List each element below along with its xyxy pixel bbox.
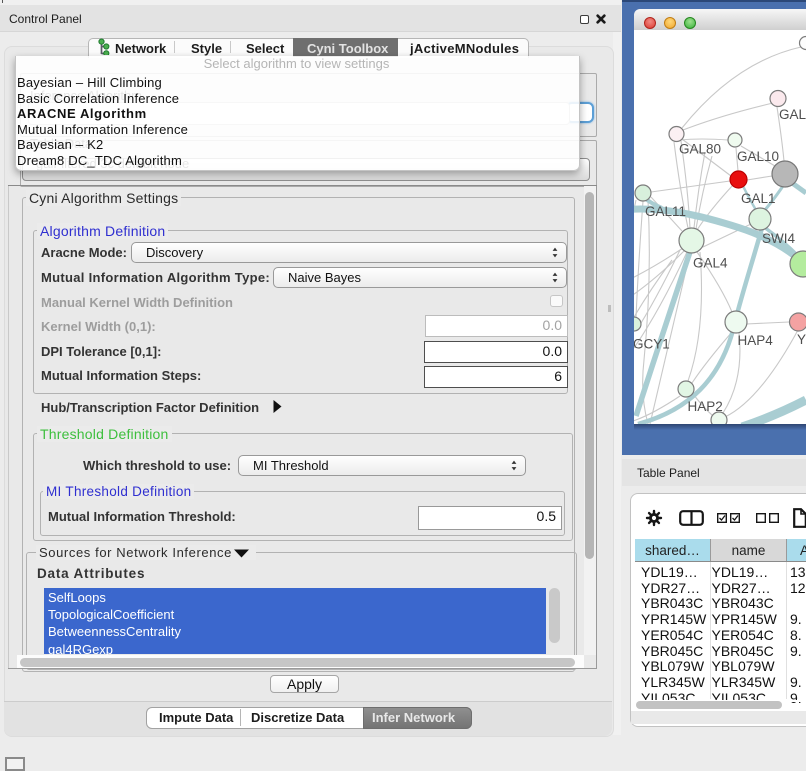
svg-text:GCY1: GCY1 bbox=[634, 337, 670, 352]
svg-text:GAL1: GAL1 bbox=[741, 191, 776, 206]
svg-text:HAP2: HAP2 bbox=[688, 399, 723, 414]
svg-text:GAL11: GAL11 bbox=[645, 204, 686, 219]
svg-text:HAP4: HAP4 bbox=[738, 333, 774, 348]
svg-text:GAL7: GAL7 bbox=[779, 107, 806, 122]
svg-text:GAL10: GAL10 bbox=[737, 149, 779, 164]
svg-text:SWI4: SWI4 bbox=[762, 231, 795, 246]
svg-text:Y: Y bbox=[797, 332, 806, 347]
svg-text:GAL80: GAL80 bbox=[679, 142, 721, 157]
svg-text:GAL4: GAL4 bbox=[693, 256, 728, 271]
